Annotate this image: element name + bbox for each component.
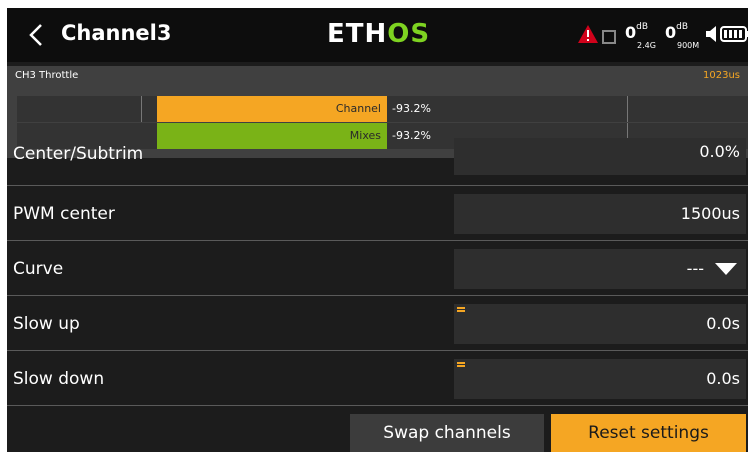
warning-icon[interactable] [577,24,599,44]
channel-bar: Channel -93.2% [17,96,748,122]
slow-down-label: Slow down [13,369,105,389]
slow-up-row[interactable]: Slow up 0.0s [7,296,748,351]
center-subtrim-row[interactable]: Center/Subtrim 0.0% [7,138,748,186]
slow-down-row[interactable]: Slow down 0.0s [7,351,748,406]
pwm-center-value: 1500us [680,204,740,223]
page-title: Channel3 [61,21,172,45]
logo-prefix: ETH [327,19,388,49]
swap-channels-button[interactable]: Swap channels [350,414,544,452]
pwm-center-label: PWM center [13,204,115,224]
channel-bar-label: Channel [335,102,381,115]
rssi-2g4-value: 0 [625,23,637,42]
back-button[interactable]: Channel3 [7,8,172,62]
dropdown-arrow-icon [715,263,737,275]
sd-card-icon [602,30,616,44]
rssi-2g4-band: 2.4G [637,41,656,50]
rssi-900m-band: 900M [677,41,700,50]
rssi-900m-value: 0 [665,23,677,42]
curve-value: --- [686,259,704,278]
logo-highlight: OS [387,19,431,49]
slow-down-value: 0.0s [706,369,740,388]
rssi-900m: 0dB 900M [665,22,699,50]
rssi-2g4-unit: dB [636,22,649,32]
screen: Channel3 ETHOS 0dB 2.4G 0dB 900M CH3 Thr… [7,8,748,452]
status-area[interactable]: 0dB 2.4G 0dB 900M [577,18,748,52]
slow-up-value: 0.0s [706,314,740,333]
rssi-900m-unit: dB [676,22,689,32]
pwm-center-row[interactable]: PWM center 1500us [7,186,748,241]
slow-down-field[interactable]: 0.0s [454,359,746,399]
center-subtrim-field[interactable]: 0.0% [454,138,746,175]
reset-settings-button[interactable]: Reset settings [551,414,746,452]
center-subtrim-label: Center/Subtrim [13,144,144,164]
speaker-icon[interactable] [705,24,721,44]
channel-bar-fill: Channel [157,96,387,122]
monitor-value: 1023us [703,70,740,81]
curve-dropdown[interactable]: --- [454,249,746,289]
pwm-center-field[interactable]: 1500us [454,194,746,234]
slow-up-field[interactable]: 0.0s [454,304,746,344]
center-subtrim-value: 0.0% [699,142,740,161]
channel-bar-value: -93.2% [392,102,431,115]
curve-label: Curve [13,259,64,279]
ethos-logo: ETHOS [327,19,430,49]
menu-marker-icon [457,307,465,314]
header-bar: Channel3 ETHOS 0dB 2.4G 0dB 900M [7,8,748,62]
slow-up-label: Slow up [13,314,80,334]
rssi-2g4: 0dB 2.4G [625,22,656,50]
bar-tick [141,96,142,122]
back-chevron-icon [29,24,42,46]
curve-row[interactable]: Curve --- [7,241,748,296]
menu-marker-icon [457,362,465,369]
battery-icon [720,26,748,42]
monitor-label: CH3 Throttle [15,70,79,81]
bar-tick [627,96,628,122]
